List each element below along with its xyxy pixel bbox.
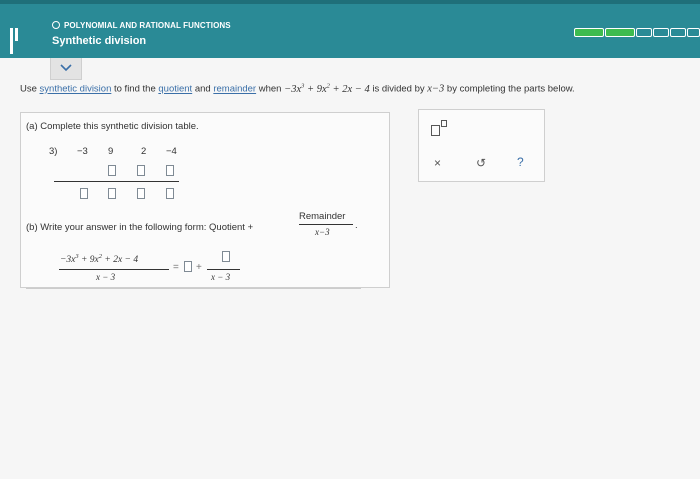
panel-divider	[26, 288, 361, 289]
row2-input-1[interactable]	[108, 165, 116, 176]
clear-icon[interactable]: ×	[434, 156, 441, 170]
question-text: Use synthetic division to find the quoti…	[20, 82, 695, 95]
coef-4: −4	[166, 146, 177, 157]
lhs-term: + 9x	[81, 255, 99, 266]
lhs-exp: 3	[75, 253, 79, 260]
row3-input-2[interactable]	[108, 188, 116, 199]
top-edge	[0, 0, 700, 4]
menu-icon[interactable]	[10, 28, 22, 54]
row3-input-3[interactable]	[137, 188, 145, 199]
progress-seg-4	[653, 28, 669, 37]
progress-seg-3	[636, 28, 652, 37]
circle-icon	[52, 21, 60, 29]
remainder-frac-num: Remainder	[299, 211, 346, 222]
quotient-input[interactable]	[184, 261, 192, 272]
poly-term: − 4	[354, 83, 370, 95]
q-mid4: is divided by	[372, 83, 425, 95]
progress-bar	[574, 28, 700, 37]
page-title: Synthetic division	[52, 35, 147, 47]
poly-term: + 9x	[306, 83, 327, 95]
divisor-cell: 3)	[49, 146, 58, 157]
progress-seg-6	[687, 28, 700, 37]
collapse-toggle[interactable]	[50, 58, 82, 80]
row2-input-3[interactable]	[166, 165, 174, 176]
lhs-term: −3x	[60, 255, 76, 266]
poly-term: + 2x	[332, 83, 353, 95]
progress-seg-2	[605, 28, 635, 37]
divisor: x−3	[427, 83, 445, 95]
tools-panel: × ↺ ?	[418, 109, 545, 182]
rhs-frac-bar	[207, 269, 240, 270]
part-a-label: (a) Complete this synthetic division tab…	[26, 121, 199, 132]
base-box	[431, 125, 440, 136]
progress-seg-1	[574, 28, 604, 37]
polynomial: −3x3 + 9x2 + 2x − 4	[284, 82, 370, 95]
undo-icon[interactable]: ↺	[476, 156, 486, 170]
equals-sign: =	[173, 262, 179, 273]
row3-input-4[interactable]	[166, 188, 174, 199]
category-label: POLYNOMIAL AND RATIONAL FUNCTIONS	[52, 21, 231, 30]
header-bar: POLYNOMIAL AND RATIONAL FUNCTIONS Synthe…	[0, 0, 700, 58]
q-prefix: Use	[20, 83, 37, 95]
answer-panel: (a) Complete this synthetic division tab…	[20, 112, 390, 289]
period: .	[355, 220, 358, 231]
help-icon[interactable]: ?	[517, 155, 524, 169]
q-mid2: and	[194, 83, 211, 95]
progress-seg-5	[670, 28, 686, 37]
exponent-box	[441, 120, 447, 127]
lhs-frac-bar	[59, 269, 169, 270]
lhs-term: + 2x − 4	[104, 255, 139, 266]
row2-input-2[interactable]	[137, 165, 145, 176]
division-line	[54, 181, 179, 182]
plus-sign: +	[196, 262, 202, 273]
coef-1: −3	[77, 146, 88, 157]
chevron-down-icon	[60, 64, 72, 72]
q-suffix: by completing the parts below.	[446, 83, 575, 95]
poly-term: −3x	[284, 83, 302, 95]
remainder-frac-den: x−3	[315, 227, 330, 237]
poly-exp: 3	[301, 82, 305, 89]
poly-exp: 2	[326, 82, 330, 89]
lhs-numerator: −3x3 + 9x2 + 2x − 4	[60, 253, 138, 265]
rhs-denominator: x − 3	[211, 272, 231, 282]
synthetic-division-link[interactable]: synthetic division	[40, 84, 112, 95]
quotient-link[interactable]: quotient	[158, 84, 192, 95]
part-b-label: (b) Write your answer in the following f…	[26, 222, 254, 233]
lhs-denominator: x − 3	[96, 272, 116, 282]
coef-2: 9	[108, 146, 114, 157]
category-text: POLYNOMIAL AND RATIONAL FUNCTIONS	[64, 21, 231, 30]
remainder-frac-bar	[299, 224, 353, 225]
row3-input-1[interactable]	[80, 188, 88, 199]
q-mid3: when	[258, 83, 282, 95]
remainder-link[interactable]: remainder	[213, 84, 256, 95]
coef-3: 2	[141, 146, 147, 157]
q-mid1: to find the	[114, 83, 156, 95]
remainder-input[interactable]	[222, 251, 230, 262]
lhs-exp: 2	[98, 253, 103, 260]
